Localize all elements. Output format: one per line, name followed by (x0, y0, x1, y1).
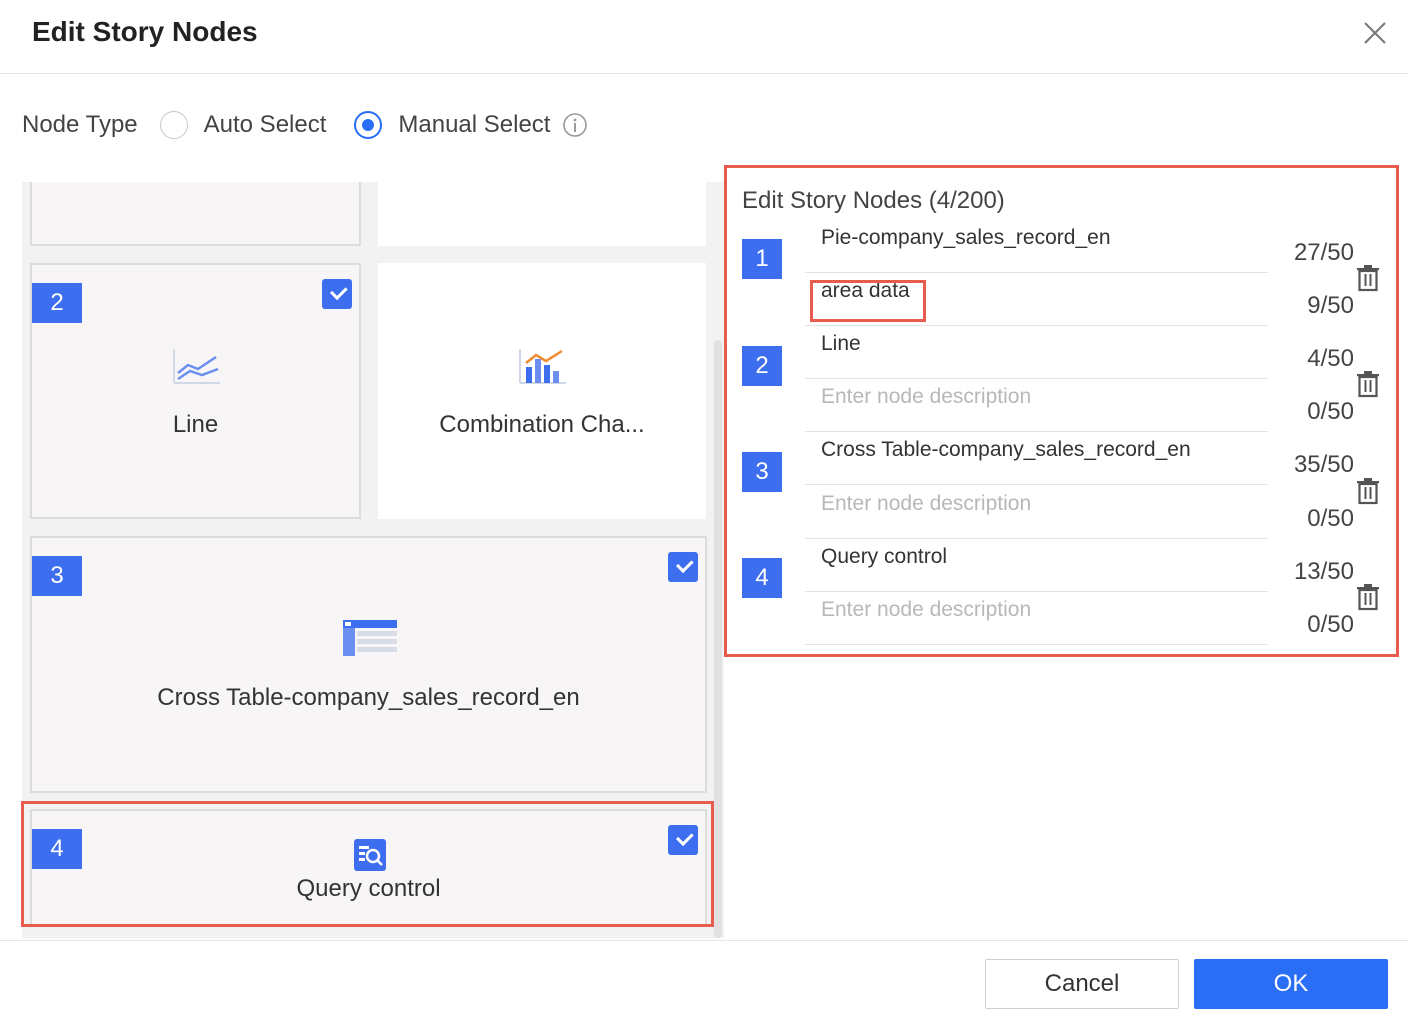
node-name-input[interactable]: Line (805, 326, 1268, 379)
node-number: 1 (742, 239, 782, 279)
query-control-highlight (21, 801, 714, 927)
close-icon[interactable] (1360, 18, 1390, 48)
trash-icon[interactable] (1356, 477, 1380, 505)
dialog-title: Edit Story Nodes (32, 16, 258, 47)
trash-icon[interactable] (1356, 583, 1380, 611)
card-label: Line (172, 411, 219, 438)
cancel-button[interactable]: Cancel (985, 959, 1179, 1009)
node-type-row: Node Type Auto Select Manual Select (22, 108, 588, 142)
story-nodes-title: Edit Story Nodes (4/200) (742, 187, 1005, 214)
node-name-count: 27/50 (1293, 239, 1354, 266)
dialog-header: Edit Story Nodes (0, 0, 1408, 74)
trash-icon[interactable] (1356, 264, 1380, 292)
auto-select-label[interactable]: Auto Select (204, 111, 327, 139)
node-name-input[interactable]: Query control (805, 539, 1268, 592)
node-name-input[interactable]: Cross Table-company_sales_record_en (805, 432, 1268, 485)
description-highlight (810, 280, 926, 322)
card-number-badge: 3 (32, 556, 82, 596)
card-label: Combination Cha... (439, 411, 645, 438)
cross-table-icon (343, 620, 397, 656)
manual-select-radio[interactable] (354, 111, 383, 139)
auto-select-radio[interactable] (159, 111, 188, 139)
node-name-count: 35/50 (1293, 451, 1354, 478)
node-name-count: 4/50 (1307, 345, 1354, 372)
node-number: 3 (742, 452, 782, 492)
node-description-count: 9/50 (1307, 292, 1354, 319)
node-type-label: Node Type (22, 111, 138, 138)
checkbox-checked-icon[interactable] (668, 552, 698, 582)
checkbox-checked-icon[interactable] (322, 279, 352, 309)
node-description-input[interactable]: Enter node description (805, 592, 1268, 645)
node-description-input[interactable]: Enter node description (805, 486, 1268, 539)
chart-card-cross-table[interactable]: 3 Cross Table-company_sales_record_en (30, 536, 707, 793)
combination-chart-icon (519, 349, 566, 384)
node-description-count: 0/50 (1307, 505, 1354, 532)
node-description-count: 0/50 (1307, 398, 1354, 425)
node-description-input[interactable]: Enter node description (805, 379, 1268, 432)
card-number-badge: 2 (32, 283, 82, 323)
trash-icon[interactable] (1356, 370, 1380, 398)
chart-card[interactable] (378, 182, 706, 246)
node-number: 4 (742, 558, 782, 598)
manual-select-label[interactable]: Manual Select (398, 111, 550, 139)
info-icon[interactable] (562, 112, 588, 138)
line-chart-icon (173, 349, 220, 384)
node-name-count: 13/50 (1293, 558, 1354, 585)
chart-card[interactable] (30, 182, 361, 246)
chart-card-combination[interactable]: Combination Cha... (378, 263, 706, 519)
scrollbar[interactable] (714, 340, 722, 938)
node-description-count: 0/50 (1307, 611, 1354, 638)
ok-button[interactable]: OK (1194, 959, 1388, 1009)
chart-card-line[interactable]: 2 Line (30, 263, 361, 519)
node-number: 2 (742, 346, 782, 386)
node-name-input[interactable]: Pie-company_sales_record_en (805, 220, 1268, 273)
card-label: Cross Table-company_sales_record_en (157, 684, 580, 711)
